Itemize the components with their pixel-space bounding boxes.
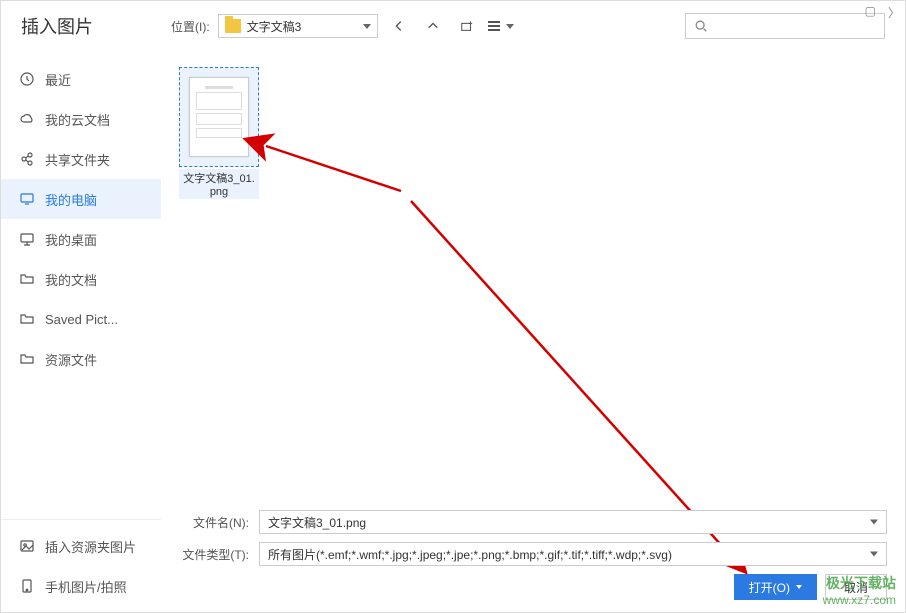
folder-icon <box>19 351 35 367</box>
folder-icon <box>225 19 241 33</box>
sidebar-actions: 插入资源夹图片 手机图片/拍照 <box>1 519 161 612</box>
image-insert-icon <box>19 538 35 554</box>
share-icon <box>19 151 35 167</box>
window-controls: ▢ 〉 <box>865 4 900 21</box>
chevron-down-icon <box>796 585 802 589</box>
view-mode-button[interactable] <box>488 14 514 38</box>
insert-picture-dialog: ▢ 〉 插入图片 位置(I): 文字文稿3 <box>0 0 906 613</box>
close-icon[interactable]: 〉 <box>888 4 900 21</box>
sidebar-item-resources[interactable]: 资源文件 <box>1 339 161 379</box>
content: 文字文稿3_01.png 文件名(N): 文字文稿3_01.png <box>161 51 905 612</box>
sidebar-item-label: 插入资源夹图片 <box>45 537 136 556</box>
sidebar-item-label: Saved Pict... <box>45 312 118 327</box>
folder-name: 文字文稿3 <box>247 18 302 35</box>
file-thumbnail <box>179 67 259 167</box>
location-bar: 位置(I): 文字文稿3 <box>171 13 895 39</box>
sidebar-item-insert-resource[interactable]: 插入资源夹图片 <box>1 526 161 566</box>
filename-input[interactable]: 文字文稿3_01.png <box>259 510 887 534</box>
clock-icon <box>19 71 35 87</box>
bottom-panel: 文件名(N): 文字文稿3_01.png 文件类型(T): 所有图片(*.emf… <box>179 502 887 600</box>
chevron-down-icon <box>870 520 878 525</box>
chevron-down-icon <box>363 24 371 29</box>
filetype-select[interactable]: 所有图片(*.emf;*.wmf;*.jpg;*.jpeg;*.jpe;*.pn… <box>259 542 887 566</box>
cancel-button-label: 取消 <box>844 579 868 596</box>
sidebar-item-label: 我的文档 <box>45 270 97 289</box>
filetype-row: 文件类型(T): 所有图片(*.emf;*.wmf;*.jpg;*.jpeg;*… <box>179 542 887 566</box>
file-item[interactable]: 文字文稿3_01.png <box>179 67 259 199</box>
file-name: 文字文稿3_01.png <box>179 169 259 199</box>
filetype-label: 文件类型(T): <box>179 546 249 563</box>
header: 插入图片 位置(I): 文字文稿3 <box>1 1 905 51</box>
main-area: 最近 我的云文档 共享文件夹 我的电脑 我的桌面 <box>1 51 905 612</box>
sidebar-item-computer[interactable]: 我的电脑 <box>1 179 161 219</box>
monitor-icon <box>19 191 35 207</box>
sidebar-locations: 最近 我的云文档 共享文件夹 我的电脑 我的桌面 <box>1 59 161 519</box>
open-button-label: 打开(O) <box>749 579 790 596</box>
sidebar-item-shared[interactable]: 共享文件夹 <box>1 139 161 179</box>
desktop-icon <box>19 231 35 247</box>
cloud-icon <box>19 111 35 127</box>
location-label: 位置(I): <box>171 18 210 35</box>
filename-value: 文字文稿3_01.png <box>268 514 366 531</box>
sidebar-item-desktop[interactable]: 我的桌面 <box>1 219 161 259</box>
filename-label: 文件名(N): <box>179 514 249 531</box>
folder-icon <box>19 311 35 327</box>
search-icon <box>694 19 708 33</box>
button-row: 打开(O) 取消 <box>179 574 887 600</box>
back-button[interactable] <box>386 14 412 38</box>
sidebar: 最近 我的云文档 共享文件夹 我的电脑 我的桌面 <box>1 51 161 612</box>
file-grid: 文字文稿3_01.png <box>179 63 887 502</box>
filename-row: 文件名(N): 文字文稿3_01.png <box>179 510 887 534</box>
chevron-down-icon <box>506 24 514 29</box>
folder-icon <box>19 271 35 287</box>
list-icon <box>488 21 500 31</box>
sidebar-item-label: 我的云文档 <box>45 110 110 129</box>
maximize-icon[interactable]: ▢ <box>865 4 876 21</box>
cancel-button[interactable]: 取消 <box>825 574 887 600</box>
filetype-value: 所有图片(*.emf;*.wmf;*.jpg;*.jpeg;*.jpe;*.pn… <box>268 546 672 563</box>
chevron-down-icon <box>870 552 878 557</box>
up-button[interactable] <box>420 14 446 38</box>
folder-select[interactable]: 文字文稿3 <box>218 14 378 38</box>
search-input[interactable] <box>685 13 885 39</box>
phone-icon <box>19 578 35 594</box>
sidebar-item-cloud[interactable]: 我的云文档 <box>1 99 161 139</box>
new-folder-button[interactable] <box>454 14 480 38</box>
dialog-title: 插入图片 <box>11 13 171 39</box>
sidebar-item-label: 最近 <box>45 70 71 89</box>
sidebar-item-label: 我的桌面 <box>45 230 97 249</box>
sidebar-item-label: 手机图片/拍照 <box>45 577 127 596</box>
sidebar-item-saved-pictures[interactable]: Saved Pict... <box>1 299 161 339</box>
sidebar-item-phone-photo[interactable]: 手机图片/拍照 <box>1 566 161 606</box>
sidebar-item-documents[interactable]: 我的文档 <box>1 259 161 299</box>
open-button[interactable]: 打开(O) <box>734 574 817 600</box>
sidebar-item-label: 共享文件夹 <box>45 150 110 169</box>
sidebar-item-label: 资源文件 <box>45 350 97 369</box>
sidebar-item-label: 我的电脑 <box>45 190 97 209</box>
sidebar-item-recent[interactable]: 最近 <box>1 59 161 99</box>
